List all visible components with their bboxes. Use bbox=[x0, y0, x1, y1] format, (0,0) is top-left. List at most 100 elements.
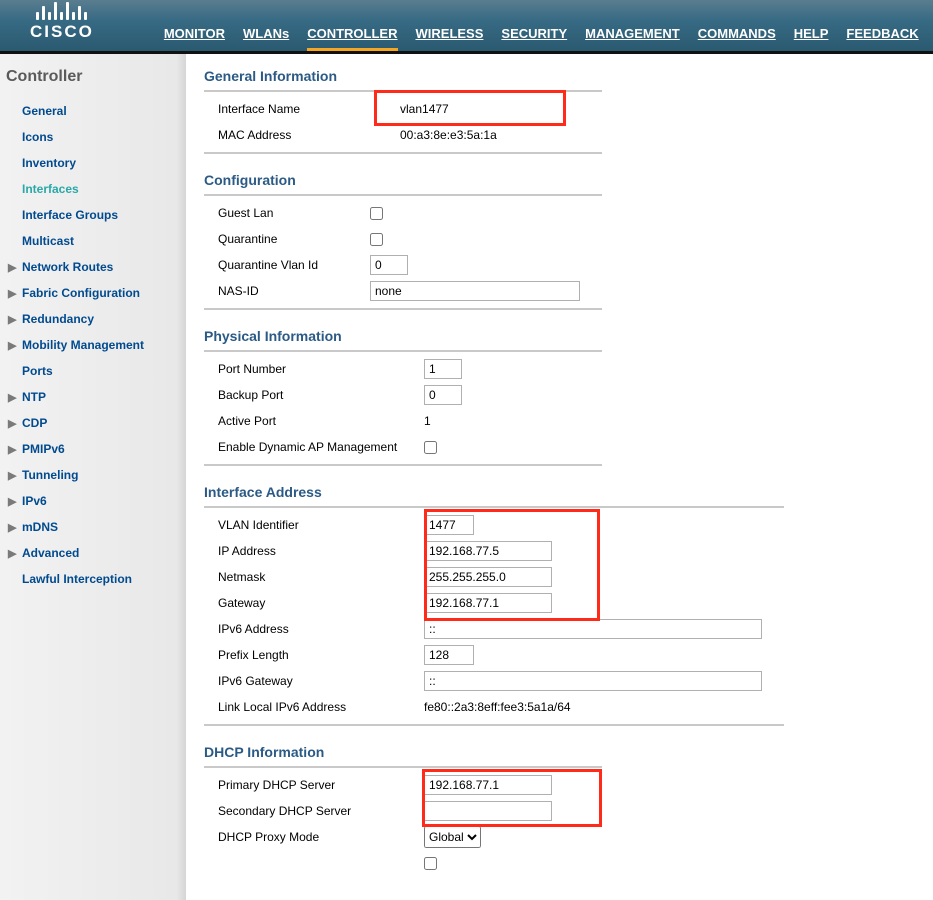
chevron-right-icon: ▶ bbox=[8, 443, 22, 456]
nav-wlans[interactable]: WLANs bbox=[243, 26, 289, 41]
row-quarantine: Quarantine bbox=[204, 226, 602, 252]
sidebar-item-interfaces[interactable]: ▶Interfaces bbox=[0, 176, 186, 202]
sidebar-item-ports[interactable]: ▶Ports bbox=[0, 358, 186, 384]
backup-port-label: Backup Port bbox=[204, 388, 424, 402]
sidebar-item-label: CDP bbox=[22, 416, 47, 430]
ipv6-gw-input[interactable] bbox=[424, 671, 762, 691]
sidebar-item-mobility-management[interactable]: ▶Mobility Management bbox=[0, 332, 186, 358]
dhcp-proxy-select[interactable]: Global bbox=[424, 826, 481, 848]
row-mac: MAC Address 00:a3:8e:e3:5a:1a bbox=[204, 122, 602, 148]
prefix-label: Prefix Length bbox=[204, 648, 424, 662]
sidebar-item-label: NTP bbox=[22, 390, 46, 404]
sidebar-item-ipv6[interactable]: ▶IPv6 bbox=[0, 488, 186, 514]
sidebar-item-icons[interactable]: ▶Icons bbox=[0, 124, 186, 150]
row-netmask: Netmask bbox=[204, 564, 784, 590]
dhcp-secondary-input[interactable] bbox=[424, 801, 552, 821]
sidebar-item-mdns[interactable]: ▶mDNS bbox=[0, 514, 186, 540]
row-dhcp-cutoff bbox=[204, 850, 602, 876]
row-qvlan: Quarantine Vlan Id bbox=[204, 252, 602, 278]
nav-security[interactable]: SECURITY bbox=[501, 26, 567, 41]
sidebar-title: Controller bbox=[0, 62, 186, 98]
content-area: General Information Interface Name vlan1… bbox=[186, 54, 933, 900]
sidebar-item-multicast[interactable]: ▶Multicast bbox=[0, 228, 186, 254]
row-gateway: Gateway bbox=[204, 590, 784, 616]
link-local-label: Link Local IPv6 Address bbox=[204, 700, 424, 714]
nasid-input[interactable] bbox=[370, 281, 580, 301]
section-dhcp-title: DHCP Information bbox=[204, 744, 913, 760]
ipv6-label: IPv6 Address bbox=[204, 622, 424, 636]
section-dhcp: Primary DHCP Server Secondary DHCP Serve… bbox=[204, 766, 602, 880]
row-dhcp-proxy: DHCP Proxy Mode Global bbox=[204, 824, 602, 850]
chevron-right-icon: ▶ bbox=[8, 547, 22, 560]
row-dyn-ap: Enable Dynamic AP Management bbox=[204, 434, 602, 460]
nasid-label: NAS-ID bbox=[204, 284, 370, 298]
sidebar-item-label: PMIPv6 bbox=[22, 442, 65, 456]
sidebar-item-ntp[interactable]: ▶NTP bbox=[0, 384, 186, 410]
qvlan-input[interactable] bbox=[370, 255, 408, 275]
row-link-local: Link Local IPv6 Address fe80::2a3:8eff:f… bbox=[204, 694, 784, 720]
sidebar-item-advanced[interactable]: ▶Advanced bbox=[0, 540, 186, 566]
nav-controller[interactable]: CONTROLLER bbox=[307, 26, 397, 51]
row-ipv6-gw: IPv6 Gateway bbox=[204, 668, 784, 694]
sidebar-item-general[interactable]: ▶General bbox=[0, 98, 186, 124]
link-local-value: fe80::2a3:8eff:fee3:5a1a/64 bbox=[424, 700, 571, 714]
sidebar-item-label: Mobility Management bbox=[22, 338, 144, 352]
sidebar-item-redundancy[interactable]: ▶Redundancy bbox=[0, 306, 186, 332]
sidebar-item-label: Fabric Configuration bbox=[22, 286, 140, 300]
ip-input[interactable] bbox=[424, 541, 552, 561]
prefix-input[interactable] bbox=[424, 645, 474, 665]
dyn-ap-label: Enable Dynamic AP Management bbox=[204, 440, 424, 454]
gateway-input[interactable] bbox=[424, 593, 552, 613]
sidebar-item-cdp[interactable]: ▶CDP bbox=[0, 410, 186, 436]
chevron-right-icon: ▶ bbox=[8, 287, 22, 300]
chevron-right-icon: ▶ bbox=[8, 261, 22, 274]
sidebar-item-label: General bbox=[22, 104, 67, 118]
section-addr: VLAN Identifier IP Address Netmask Gatew… bbox=[204, 506, 784, 726]
row-active-port: Active Port 1 bbox=[204, 408, 602, 434]
sidebar-item-label: Advanced bbox=[22, 546, 79, 560]
sidebar-item-lawful-interception[interactable]: ▶Lawful Interception bbox=[0, 566, 186, 592]
interface-name-label: Interface Name bbox=[204, 102, 400, 116]
nav-management[interactable]: MANAGEMENT bbox=[585, 26, 680, 41]
sidebar-item-network-routes[interactable]: ▶Network Routes bbox=[0, 254, 186, 280]
backup-port-input[interactable] bbox=[424, 385, 462, 405]
row-backup-port: Backup Port bbox=[204, 382, 602, 408]
guest-lan-label: Guest Lan bbox=[204, 206, 370, 220]
gateway-label: Gateway bbox=[204, 596, 424, 610]
ipv6-input[interactable] bbox=[424, 619, 762, 639]
sidebar-item-tunneling[interactable]: ▶Tunneling bbox=[0, 462, 186, 488]
nav-feedback[interactable]: FEEDBACK bbox=[846, 26, 918, 41]
sidebar-item-label: IPv6 bbox=[22, 494, 47, 508]
quarantine-checkbox[interactable] bbox=[370, 233, 383, 246]
nav-monitor[interactable]: MONITOR bbox=[164, 26, 225, 41]
sidebar-item-label: Network Routes bbox=[22, 260, 113, 274]
port-label: Port Number bbox=[204, 362, 424, 376]
sidebar-item-label: Tunneling bbox=[22, 468, 78, 482]
mac-label: MAC Address bbox=[204, 128, 400, 142]
sidebar-item-interface-groups[interactable]: ▶Interface Groups bbox=[0, 202, 186, 228]
sidebar-item-inventory[interactable]: ▶Inventory bbox=[0, 150, 186, 176]
dyn-ap-checkbox[interactable] bbox=[424, 441, 437, 454]
header-bar: CISCO MONITOR WLANs CONTROLLER WIRELESS … bbox=[0, 0, 933, 54]
sidebar-item-pmipv6[interactable]: ▶PMIPv6 bbox=[0, 436, 186, 462]
top-nav: MONITOR WLANs CONTROLLER WIRELESS SECURI… bbox=[164, 26, 919, 51]
port-input[interactable] bbox=[424, 359, 462, 379]
nav-commands[interactable]: COMMANDS bbox=[698, 26, 776, 41]
row-vlan-id: VLAN Identifier bbox=[204, 512, 784, 538]
chevron-right-icon: ▶ bbox=[8, 313, 22, 326]
dhcp-primary-input[interactable] bbox=[424, 775, 552, 795]
vlan-id-input[interactable] bbox=[424, 515, 474, 535]
cisco-logo: CISCO bbox=[30, 2, 94, 42]
interface-name-value: vlan1477 bbox=[400, 102, 449, 116]
nav-help[interactable]: HELP bbox=[794, 26, 829, 41]
nav-wireless[interactable]: WIRELESS bbox=[416, 26, 484, 41]
qvlan-label: Quarantine Vlan Id bbox=[204, 258, 370, 272]
section-phys: Port Number Backup Port Active Port 1 En… bbox=[204, 350, 602, 466]
dhcp-primary-label: Primary DHCP Server bbox=[204, 778, 424, 792]
chevron-right-icon: ▶ bbox=[8, 469, 22, 482]
dhcp-cutoff-checkbox[interactable] bbox=[424, 857, 437, 870]
netmask-input[interactable] bbox=[424, 567, 552, 587]
sidebar-item-fabric-configuration[interactable]: ▶Fabric Configuration bbox=[0, 280, 186, 306]
netmask-label: Netmask bbox=[204, 570, 424, 584]
guest-lan-checkbox[interactable] bbox=[370, 207, 383, 220]
